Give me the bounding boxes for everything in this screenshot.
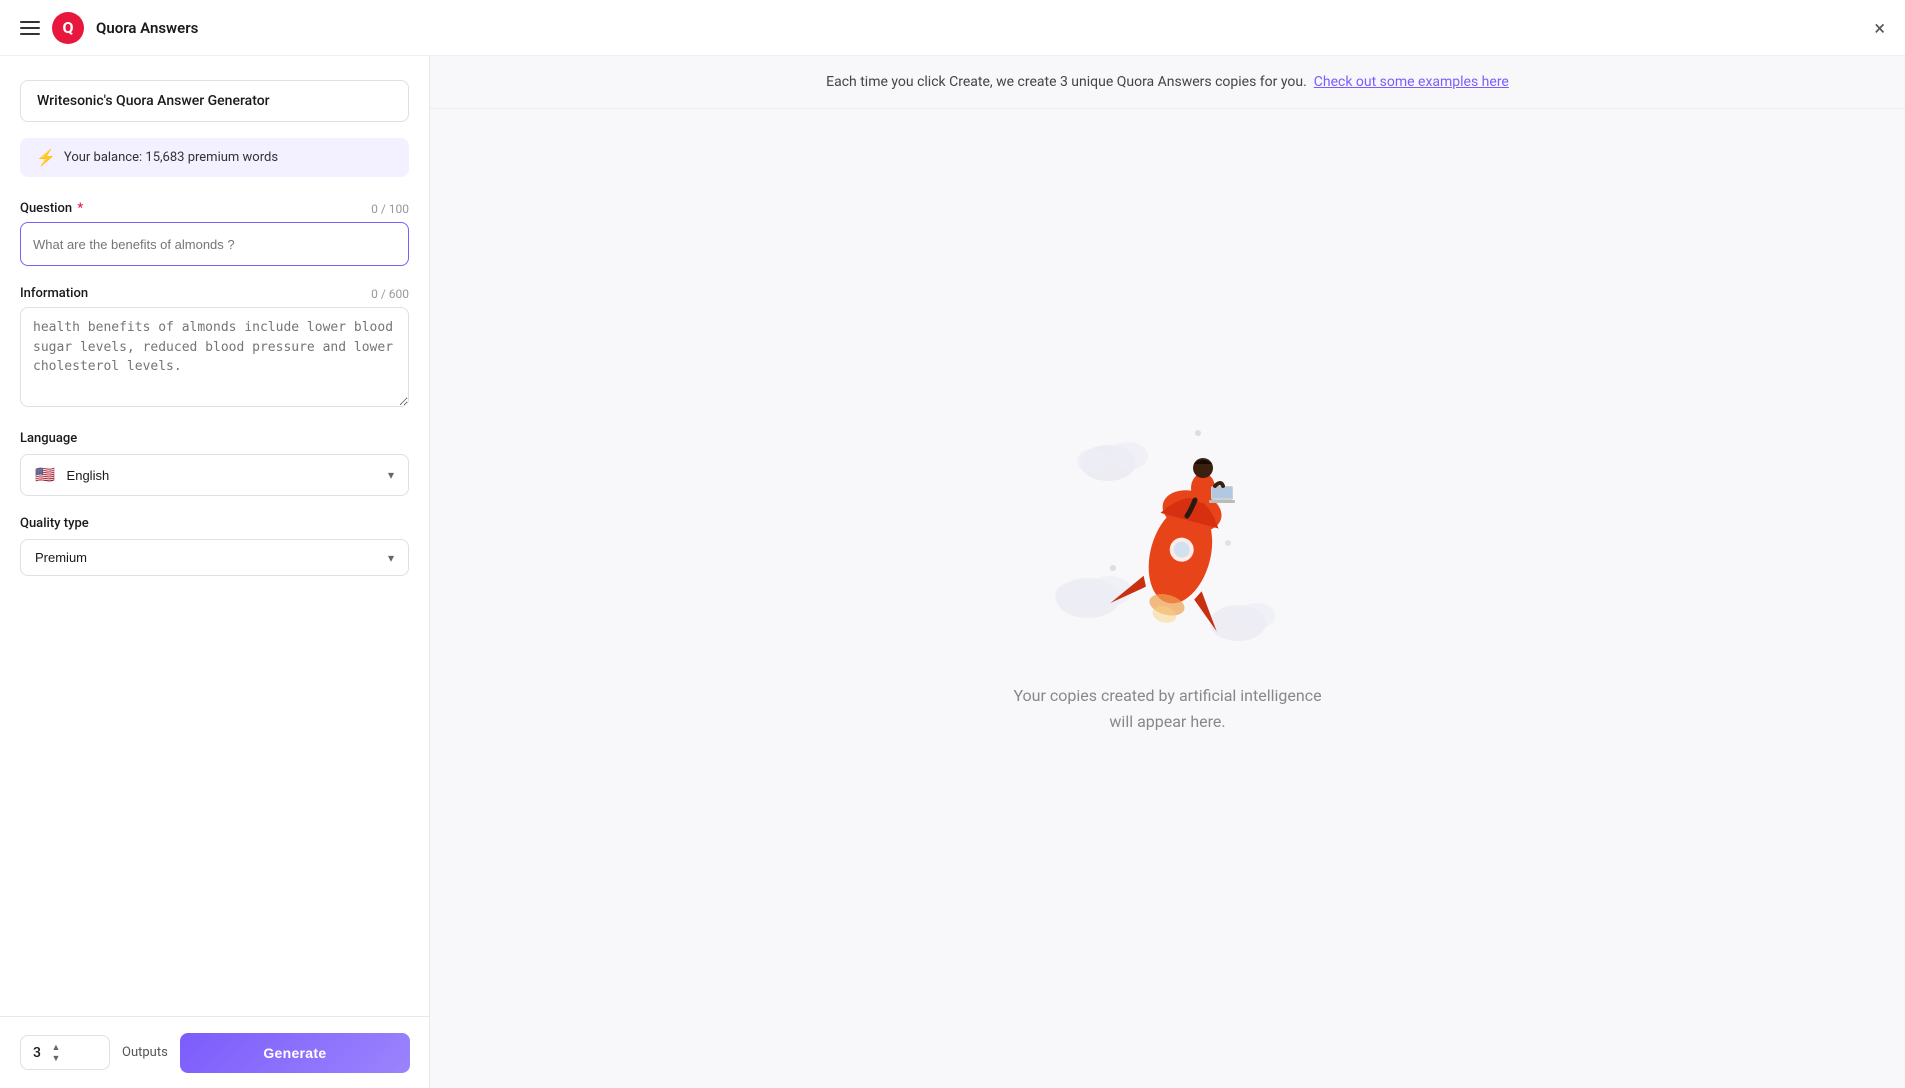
app-title: Quora Answers [96, 19, 198, 37]
left-panel: Writesonic's Quora Answer Generator ⚡ Yo… [0, 56, 430, 1088]
information-counter: 0 / 600 [371, 287, 409, 301]
placeholder-text: Your copies created by artificial intell… [1013, 683, 1321, 734]
outputs-stepper: 3 ▲ ▼ [20, 1035, 110, 1070]
generate-button[interactable]: Generate [180, 1033, 410, 1073]
outputs-value: 3 [33, 1045, 41, 1061]
balance-text: Your balance: 15,683 premium words [64, 150, 278, 165]
question-counter: 0 / 100 [371, 202, 409, 216]
information-label: Information [20, 286, 88, 301]
balance-box: ⚡ Your balance: 15,683 premium words [20, 138, 409, 177]
stepper-down-icon[interactable]: ▼ [49, 1053, 63, 1063]
stepper-up-icon[interactable]: ▲ [49, 1042, 63, 1052]
left-content: Writesonic's Quora Answer Generator ⚡ Yo… [20, 80, 409, 1064]
topbar-left: Q Quora Answers [20, 12, 198, 44]
question-field-header: Question * 0 / 100 [20, 201, 409, 216]
language-chevron-icon: ▾ [388, 468, 394, 482]
topbar: Q Quora Answers × [0, 0, 1905, 56]
bottom-bar: 3 ▲ ▼ Outputs Generate [0, 1016, 430, 1088]
quality-dropdown-wrapper: Premium ▾ [20, 539, 409, 576]
tool-title-box: Writesonic's Quora Answer Generator [20, 80, 409, 122]
lightning-icon: ⚡ [36, 148, 56, 167]
language-value: English [67, 468, 110, 483]
quality-value: Premium [35, 550, 87, 565]
examples-link[interactable]: Check out some examples here [1314, 74, 1509, 90]
close-icon[interactable]: × [1874, 18, 1885, 38]
information-textarea[interactable] [20, 307, 409, 407]
language-label: Language [20, 431, 409, 446]
stepper-arrows: ▲ ▼ [49, 1042, 63, 1063]
main-layout: Writesonic's Quora Answer Generator ⚡ Yo… [0, 56, 1905, 1088]
top-notice: Each time you click Create, we create 3 … [430, 56, 1905, 109]
hamburger-menu-icon[interactable] [20, 21, 40, 35]
right-panel: Each time you click Create, we create 3 … [430, 56, 1905, 1088]
language-flag-and-value: 🇺🇸 English [35, 465, 109, 485]
question-label: Question * [20, 201, 83, 216]
quality-chevron-icon: ▾ [388, 551, 394, 565]
right-content: Your copies created by artificial intell… [1013, 109, 1321, 1088]
quality-dropdown[interactable]: Premium ▾ [20, 539, 409, 576]
language-dropdown-wrapper: 🇺🇸 English ▾ [20, 454, 409, 496]
language-flag: 🇺🇸 [35, 467, 55, 484]
question-input[interactable] [20, 222, 409, 266]
outputs-label: Outputs [122, 1045, 168, 1060]
language-dropdown[interactable]: 🇺🇸 English ▾ [20, 454, 409, 496]
illustration [1028, 403, 1308, 663]
information-field-header: Information 0 / 600 [20, 286, 409, 301]
app-logo: Q [52, 12, 84, 44]
quality-label: Quality type [20, 516, 409, 531]
